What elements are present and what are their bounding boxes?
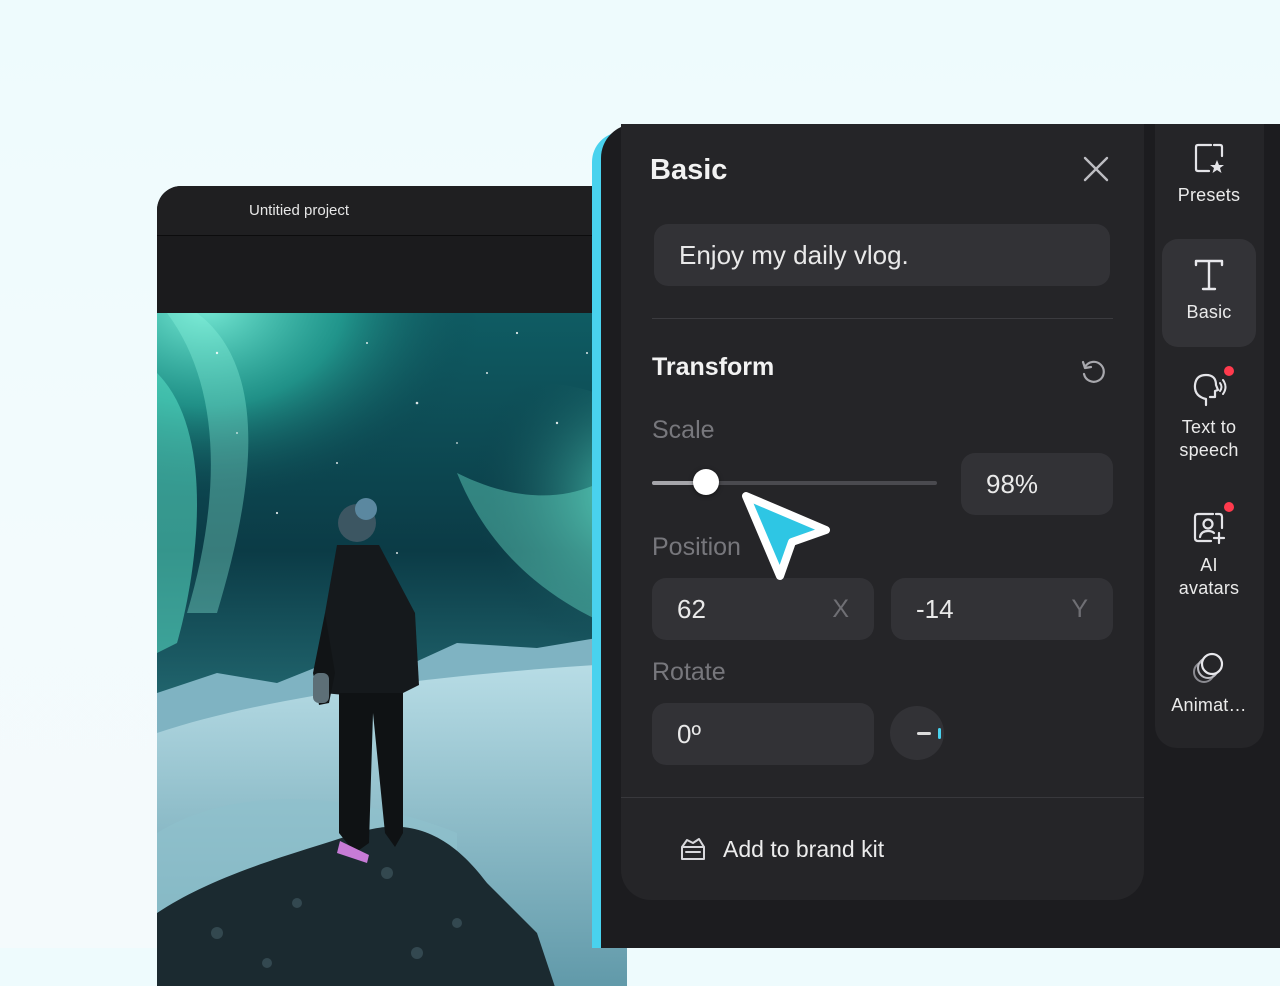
scale-value: 98% [986,468,1039,499]
aurora-photo [157,313,627,986]
transform-title: Transform [652,353,775,381]
rail-label-animation: Animat… [1171,695,1247,715]
rotate-dial[interactable] [890,706,944,760]
editor-titlebar: Untitied project [157,186,627,236]
rail-label-text-to-speech: Text to speech [1179,417,1239,460]
tool-rail: Presets Basic Text to speech AI avatars … [1155,124,1264,748]
new-badge [1224,366,1234,376]
project-title[interactable]: Untitied project [249,202,349,219]
video-canvas[interactable] [157,313,627,986]
avatar-icon [1193,512,1226,545]
basic-properties-panel: Basic Enjoy my daily vlog. Transform Sca… [621,124,1144,900]
editor-toolbar [157,236,627,313]
presets-icon [1194,143,1224,173]
close-button[interactable] [1079,152,1113,186]
rail-item-basic[interactable]: Basic [1162,239,1256,347]
rail-label-basic: Basic [1186,302,1232,322]
footer-divider [621,797,1144,798]
slider-thumb[interactable] [693,469,720,495]
add-to-brand-kit-button[interactable]: Add to brand kit [679,832,884,866]
rail-item-presets[interactable]: Presets [1162,138,1256,234]
divider [652,318,1113,319]
rail-item-ai-avatars[interactable]: AI avatars [1162,502,1256,618]
scale-value-field[interactable]: 98% [961,453,1113,515]
new-badge [1224,502,1234,512]
close-icon [1083,156,1109,182]
rail-label-presets: Presets [1177,185,1241,205]
rail-item-text-to-speech[interactable]: Text to speech [1162,366,1256,480]
panel-title: Basic [650,154,728,186]
reset-icon [1081,360,1105,383]
mouse-cursor-icon [742,492,830,580]
position-label: Position [652,533,741,561]
position-y-value: -14 [916,593,954,624]
scale-label: Scale [652,416,715,444]
y-axis-label: Y [1071,594,1088,623]
editor-window: Untitied project [157,186,627,986]
reset-transform-button[interactable] [1077,356,1109,388]
rail-item-animation[interactable]: Animat… [1162,648,1256,728]
brand-kit-icon [681,838,705,860]
position-x-value: 62 [677,593,706,624]
rotate-value: 0º [677,718,701,749]
x-axis-label: X [832,594,849,623]
caption-text-input[interactable]: Enjoy my daily vlog. [654,224,1110,286]
animation-icon [1193,652,1224,683]
rail-label-ai-avatars: AI avatars [1178,555,1240,598]
rotate-label: Rotate [652,658,726,686]
dial-indicator [917,732,931,735]
dial-tick [938,728,941,739]
brand-kit-label: Add to brand kit [723,835,885,862]
text-icon [1194,259,1224,291]
rotate-value-field[interactable]: 0º [652,703,874,765]
position-y-field[interactable]: -14 Y [891,578,1113,640]
speech-icon [1193,373,1227,407]
